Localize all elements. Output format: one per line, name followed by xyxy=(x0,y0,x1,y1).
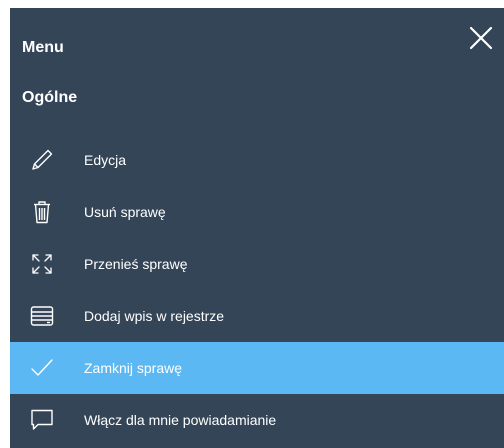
chat-bubble-icon xyxy=(29,407,55,433)
menu-item-label: Zamknij sprawę xyxy=(84,360,183,376)
menu-list: Edycja Usuń sprawę Przenieś sprawę Dodaj… xyxy=(10,134,504,446)
menu-item-delete-case[interactable]: Usuń sprawę xyxy=(10,186,504,238)
menu-title: Menu xyxy=(22,39,64,56)
register-icon xyxy=(29,303,55,329)
close-button[interactable] xyxy=(468,25,494,51)
menu-item-label: Dodaj wpis w rejestrze xyxy=(84,308,225,324)
section-title-general: Ogólne xyxy=(22,89,78,106)
menu-panel: Menu Ogólne Edycja Usuń sprawę Przenieś … xyxy=(10,8,504,448)
close-icon xyxy=(469,26,493,50)
menu-item-edit[interactable]: Edycja xyxy=(10,134,504,186)
menu-item-label: Edycja xyxy=(84,152,127,168)
trash-icon xyxy=(29,199,55,225)
menu-item-label: Usuń sprawę xyxy=(84,204,166,220)
menu-item-close-case[interactable]: Zamknij sprawę xyxy=(10,342,504,394)
menu-item-label: Przenieś sprawę xyxy=(84,256,188,272)
menu-item-enable-notifications[interactable]: Włącz dla mnie powiadamianie xyxy=(10,394,504,446)
checkmark-icon xyxy=(29,355,55,381)
move-arrows-icon xyxy=(29,251,55,277)
menu-item-label: Włącz dla mnie powiadamianie xyxy=(84,412,277,428)
menu-item-move-case[interactable]: Przenieś sprawę xyxy=(10,238,504,290)
pencil-icon xyxy=(29,147,55,173)
menu-item-add-register-entry[interactable]: Dodaj wpis w rejestrze xyxy=(10,290,504,342)
